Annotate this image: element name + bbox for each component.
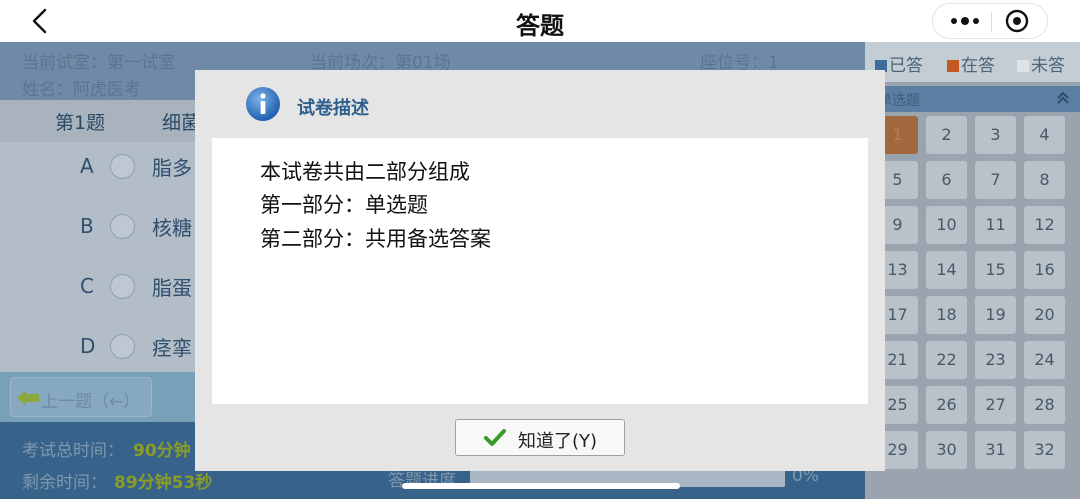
remaining-time-value: 89分钟53秒 xyxy=(114,473,213,493)
dialog-header: 试卷描述 xyxy=(195,70,885,138)
question-cell[interactable]: 30 xyxy=(926,431,967,469)
section-header[interactable]: 单选题 xyxy=(870,86,1080,112)
question-cell[interactable]: 20 xyxy=(1024,296,1065,334)
option-text: 核糖 xyxy=(152,216,192,240)
option-letter: A xyxy=(80,154,94,178)
description-line: 第二部分：共用备选答案 xyxy=(260,227,491,251)
option-text: 脂多 xyxy=(152,156,192,180)
description-line: 本试卷共由二部分组成 xyxy=(260,160,470,184)
question-cell[interactable]: 11 xyxy=(975,206,1016,244)
question-cell[interactable]: 23 xyxy=(975,341,1016,379)
info-icon xyxy=(246,87,280,121)
legend-swatch xyxy=(947,60,959,72)
page-title: 答题 xyxy=(516,12,564,40)
radio-button[interactable] xyxy=(110,334,135,359)
status-legend: 已答 在答 未答 xyxy=(865,42,1080,82)
question-cell[interactable]: 16 xyxy=(1024,251,1065,289)
exam-description-dialog: 试卷描述 本试卷共由二部分组成 第一部分：单选题 第二部分：共用备选答案 知道了… xyxy=(195,70,885,471)
capsule-divider xyxy=(991,12,992,32)
question-cell[interactable]: 10 xyxy=(926,206,967,244)
legend-answering: 在答 xyxy=(947,51,995,76)
dialog-title: 试卷描述 xyxy=(297,98,369,119)
question-cell[interactable]: 4 xyxy=(1024,116,1065,154)
legend-unanswered: 未答 xyxy=(1017,51,1065,76)
close-target-icon[interactable] xyxy=(1005,9,1029,33)
checkmark-icon xyxy=(484,429,506,446)
got-it-button[interactable]: 知道了(Y) xyxy=(455,419,625,456)
option-letter: B xyxy=(80,214,94,238)
remaining-time-label: 剩余时间： xyxy=(22,473,107,493)
total-time-value: 90分钟 xyxy=(133,441,191,461)
exam-room: 当前试室：第一试室 xyxy=(22,53,175,73)
miniprogram-capsule xyxy=(932,3,1048,39)
question-cell[interactable]: 22 xyxy=(926,341,967,379)
navbar: 答题 xyxy=(0,0,1080,42)
question-cell[interactable]: 18 xyxy=(926,296,967,334)
radio-button[interactable] xyxy=(110,214,135,239)
arrow-left-icon xyxy=(17,390,39,406)
question-cell[interactable]: 6 xyxy=(926,161,967,199)
question-cell[interactable]: 3 xyxy=(975,116,1016,154)
radio-button[interactable] xyxy=(110,154,135,179)
question-cell[interactable]: 32 xyxy=(1024,431,1065,469)
question-cell[interactable]: 27 xyxy=(975,386,1016,424)
question-cell[interactable]: 26 xyxy=(926,386,967,424)
question-cell[interactable]: 24 xyxy=(1024,341,1065,379)
question-cell[interactable]: 15 xyxy=(975,251,1016,289)
home-indicator[interactable] xyxy=(402,483,680,489)
option-letter: C xyxy=(80,274,94,298)
question-cell[interactable]: 8 xyxy=(1024,161,1065,199)
answer-sheet-panel: 已答 在答 未答 单选题 1 2 3 4 5 6 7 8 9 10 11 12 13 14 15 16 17 18… xyxy=(865,42,1080,499)
got-it-label: 知道了(Y) xyxy=(518,431,598,452)
question-cell[interactable]: 14 xyxy=(926,251,967,289)
prev-question-button[interactable]: 上一题（←） xyxy=(10,377,152,417)
question-number: 第1题 xyxy=(55,112,106,134)
question-cell[interactable]: 19 xyxy=(975,296,1016,334)
chevron-double-up-icon[interactable] xyxy=(1056,92,1070,104)
question-cell[interactable]: 12 xyxy=(1024,206,1065,244)
description-line: 第一部分：单选题 xyxy=(260,193,428,217)
option-text: 痉挛 xyxy=(152,336,192,360)
option-letter: D xyxy=(80,334,96,358)
more-dots-icon[interactable] xyxy=(945,4,985,38)
prev-question-label: 上一题（←） xyxy=(41,392,141,412)
option-text: 脂蛋 xyxy=(152,276,192,300)
legend-swatch xyxy=(1017,60,1029,72)
dialog-content: 本试卷共由二部分组成 第一部分：单选题 第二部分：共用备选答案 xyxy=(212,138,868,404)
total-time-label: 考试总时间： xyxy=(22,441,124,461)
question-cell[interactable]: 7 xyxy=(975,161,1016,199)
candidate-name: 姓名：阿虎医考 xyxy=(22,80,141,100)
radio-button[interactable] xyxy=(110,274,135,299)
question-cell[interactable]: 31 xyxy=(975,431,1016,469)
question-cell[interactable]: 2 xyxy=(926,116,967,154)
question-cell[interactable]: 28 xyxy=(1024,386,1065,424)
